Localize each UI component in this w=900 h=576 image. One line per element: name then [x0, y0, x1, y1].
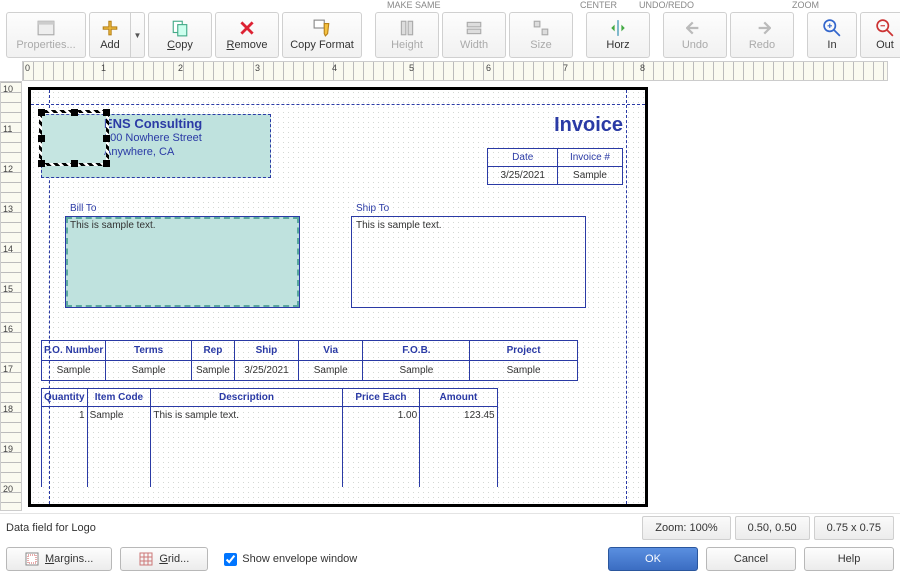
same-size-button[interactable]: Size: [509, 12, 573, 58]
undo-button[interactable]: Undo: [663, 12, 727, 58]
add-dropdown-arrow[interactable]: ▼: [131, 12, 145, 58]
resize-handle[interactable]: [71, 160, 78, 167]
center-horz-icon: [609, 19, 627, 37]
same-height-button[interactable]: Height: [375, 12, 439, 58]
ship-to-block[interactable]: Ship To This is sample text.: [351, 216, 586, 308]
cancel-button[interactable]: Cancel: [706, 547, 796, 571]
margins-button[interactable]: Margins...: [6, 547, 112, 571]
same-width-button[interactable]: Width: [442, 12, 506, 58]
zoom-in-button[interactable]: In: [807, 12, 857, 58]
company-text: ENS Consulting 100 Nowhere Street Anywhe…: [104, 117, 202, 159]
height-icon: [398, 19, 416, 37]
resize-handle[interactable]: [103, 135, 110, 142]
undo-icon: [686, 19, 704, 37]
copy-button[interactable]: Copy: [148, 12, 212, 58]
horizontal-ruler[interactable]: 0 1 2 3 4 5 6 7 8: [22, 61, 888, 81]
bill-to-block[interactable]: Bill To This is sample text.: [65, 216, 300, 308]
help-button[interactable]: Help: [804, 547, 894, 571]
design-area: 0 1 2 3 4 5 6 7 8 10 11 12 13 14 15 16 1…: [0, 61, 900, 511]
resize-handle[interactable]: [103, 109, 110, 116]
zoom-level-display[interactable]: Zoom: 100%: [642, 516, 730, 540]
po-table[interactable]: P.O. NumberTerms RepShip ViaF.O.B. Proje…: [41, 340, 578, 381]
copy-format-icon: [313, 19, 331, 37]
envelope-checkbox-label[interactable]: Show envelope window: [224, 553, 357, 566]
resize-handle[interactable]: [38, 160, 45, 167]
zoom-out-icon: [876, 19, 894, 37]
copy-format-button[interactable]: Copy Format: [282, 12, 362, 58]
ok-button[interactable]: OK: [608, 547, 698, 571]
bottom-bar: Margins... Grid... Show envelope window …: [0, 542, 900, 576]
right-margin-guide: [626, 90, 627, 504]
resize-handle[interactable]: [38, 109, 45, 116]
resize-handle[interactable]: [103, 160, 110, 167]
margins-icon: [25, 552, 39, 566]
width-icon: [465, 19, 483, 37]
status-bar: Data field for Logo Zoom: 100% 0.50, 0.5…: [0, 513, 900, 541]
date-invoice-table[interactable]: DateInvoice # 3/25/2021Sample: [487, 148, 623, 185]
resize-handle[interactable]: [38, 135, 45, 142]
toolbar-group-labels: MAKE SAME CENTER UNDO/REDO ZOOM: [0, 0, 900, 10]
invoice-page[interactable]: ENS Consulting 100 Nowhere Street Anywhe…: [28, 87, 648, 507]
grid-icon: [139, 552, 153, 566]
invoice-title[interactable]: Invoice: [554, 114, 623, 137]
remove-icon: [238, 19, 256, 37]
size-display: 0.75 x 0.75: [814, 516, 894, 540]
field-info-label: Data field for Logo: [6, 522, 96, 534]
remove-button[interactable]: Remove: [215, 12, 279, 58]
copy-icon: [171, 19, 189, 37]
design-canvas[interactable]: ENS Consulting 100 Nowhere Street Anywhe…: [22, 81, 900, 511]
size-icon: [532, 19, 550, 37]
properties-icon: [37, 19, 55, 37]
redo-button[interactable]: Redo: [730, 12, 794, 58]
main-toolbar: Properties... Add ▼ Copy Remove Copy For…: [0, 10, 900, 62]
envelope-checkbox[interactable]: [224, 553, 237, 566]
logo-field-selected[interactable]: [39, 110, 109, 166]
zoom-in-icon: [823, 19, 841, 37]
vertical-ruler[interactable]: 10 11 12 13 14 15 16 17 18 19 20: [0, 81, 22, 511]
add-button[interactable]: Add: [89, 12, 131, 58]
grid-button[interactable]: Grid...: [120, 547, 208, 571]
properties-button[interactable]: Properties...: [6, 12, 86, 58]
center-horz-button[interactable]: Horz: [586, 12, 650, 58]
position-display: 0.50, 0.50: [735, 516, 810, 540]
top-guide: [31, 104, 645, 105]
zoom-out-button[interactable]: Out: [860, 12, 900, 58]
resize-handle[interactable]: [71, 109, 78, 116]
line-items-table[interactable]: QuantityItem Code DescriptionPrice Each …: [41, 388, 498, 487]
redo-icon: [753, 19, 771, 37]
plus-icon: [101, 19, 119, 37]
